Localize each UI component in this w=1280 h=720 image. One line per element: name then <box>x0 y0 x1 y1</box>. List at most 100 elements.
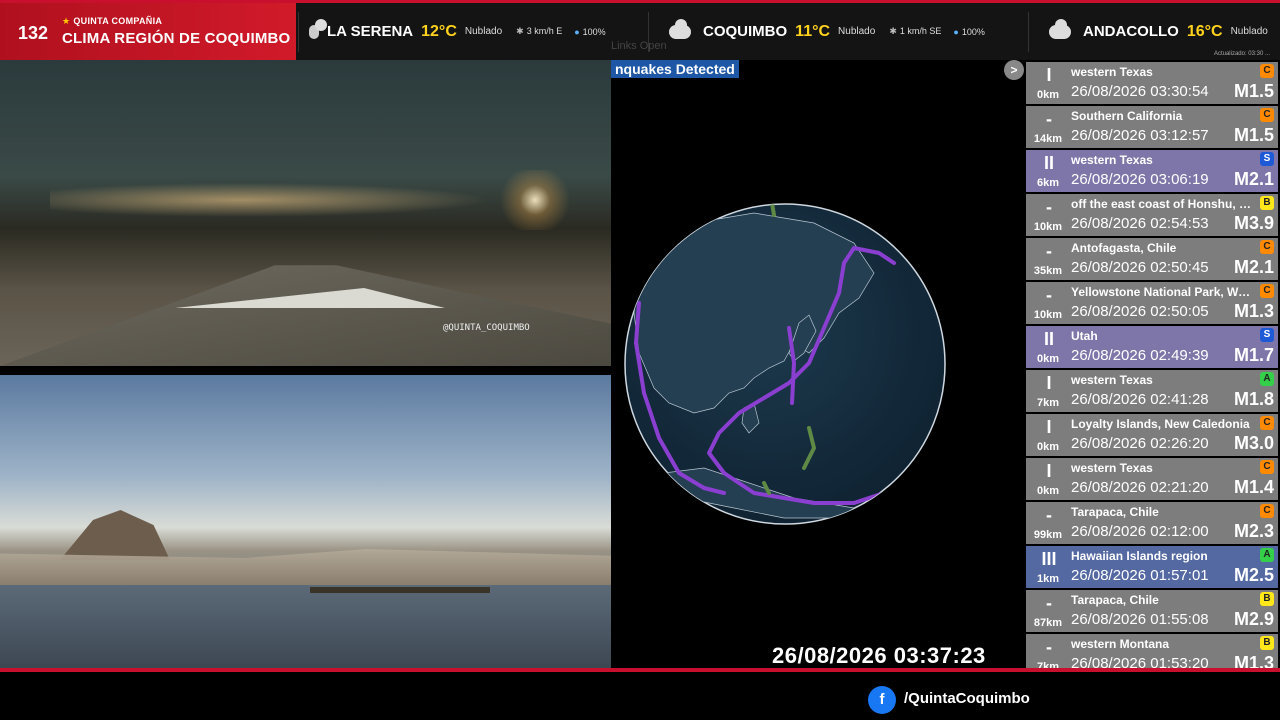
quake-row[interactable]: - 10km off the east coast of Honshu, Japan… <box>1026 194 1278 236</box>
quake-row[interactable]: - 87km Tarapaca, Chile 26/08/2026 01:55:08 M… <box>1026 590 1278 632</box>
quake-depth: 7km <box>1036 397 1060 409</box>
bottom-bar <box>0 668 1280 720</box>
quake-location: Utah <box>1071 329 1098 343</box>
quake-magnitude: M3.0 <box>1233 433 1274 453</box>
quake-magnitude: M3.9 <box>1233 213 1274 233</box>
quake-row[interactable]: I 0km western Texas 26/08/2026 02:21:20 M1.4… <box>1026 458 1278 500</box>
quake-row[interactable]: I 0km western Texas 26/08/2026 03:30:54 M1.5… <box>1026 62 1278 104</box>
quake-depth: 35km <box>1033 265 1063 277</box>
weather-wind-value: 1 km/h SE <box>899 26 942 36</box>
camera-divider <box>0 366 611 375</box>
facebook-handle[interactable]: /QuintaCoquimbo <box>904 690 1030 707</box>
quake-location: western Montana <box>1071 637 1170 651</box>
quake-location: western Texas <box>1071 65 1153 79</box>
ghost-links: Links Open <box>611 40 667 52</box>
next-button[interactable]: > <box>1004 60 1024 80</box>
quake-row[interactable]: - 10km Yellowstone National Park, Wyoming 2… <box>1026 282 1278 324</box>
quake-location: Southern California <box>1071 109 1183 123</box>
quake-row[interactable]: - 99km Tarapaca, Chile 26/08/2026 02:12:00 M… <box>1026 502 1278 544</box>
quake-intensity: - <box>1046 285 1052 305</box>
quake-intensity: I <box>1046 461 1052 481</box>
star-icon: ★ <box>62 16 71 26</box>
quake-magnitude: M2.1 <box>1233 257 1274 277</box>
quake-depth: 0km <box>1036 485 1060 497</box>
quake-row[interactable]: I 7km western Texas 26/08/2026 02:41:28 M1.8… <box>1026 370 1278 412</box>
quake-magnitude: M1.5 <box>1233 81 1274 101</box>
quake-badge: B <box>1260 196 1274 210</box>
quake-row[interactable]: - 14km Southern California 26/08/2026 03:12… <box>1026 106 1278 148</box>
cloud-icon <box>669 18 691 39</box>
bay-water <box>0 585 611 668</box>
quake-time: 26/08/2026 02:21:20 <box>1071 479 1209 496</box>
quake-depth: 99km <box>1033 529 1063 541</box>
quake-badge: A <box>1260 548 1274 562</box>
earthquake-list: I 0km western Texas 26/08/2026 03:30:54 M1.5… <box>1026 60 1280 676</box>
weather-city: ANDACOLLO <box>1083 23 1179 40</box>
quake-intensity: - <box>1046 197 1052 217</box>
channel-number: 132 <box>18 23 49 43</box>
divider <box>1028 11 1029 52</box>
camera-watermark: @QUINTA_COQUIMBO <box>443 323 530 333</box>
quake-badge: S <box>1260 152 1274 166</box>
weather-wind: ✱ 3 km/h E <box>516 26 562 37</box>
wind-icon: ✱ <box>516 26 524 36</box>
quake-time: 26/08/2026 02:50:45 <box>1071 259 1209 276</box>
quake-badge: A <box>1260 372 1274 386</box>
quake-badge: S <box>1260 328 1274 342</box>
divider <box>298 11 299 52</box>
quake-depth: 10km <box>1033 309 1063 321</box>
quake-magnitude: M2.3 <box>1233 521 1274 541</box>
cloud-icon <box>1049 18 1071 39</box>
brand-title: CLIMA REGIÓN DE COQUIMBO <box>62 30 291 47</box>
quake-location: off the east coast of Honshu, Japan <box>1071 197 1253 211</box>
facebook-icon[interactable]: f <box>868 686 896 714</box>
roof <box>0 265 611 366</box>
quake-intensity: - <box>1046 593 1052 613</box>
quake-intensity: - <box>1046 637 1052 657</box>
quake-intensity: - <box>1046 505 1052 525</box>
quake-magnitude: M1.4 <box>1233 477 1274 497</box>
quake-location: western Texas <box>1071 373 1153 387</box>
cloud-icon <box>309 18 327 39</box>
quake-magnitude: M2.1 <box>1233 169 1274 189</box>
quake-location: Hawaiian Islands region <box>1071 549 1208 563</box>
quake-row[interactable]: I 0km Loyalty Islands, New Caledonia 26/08/… <box>1026 414 1278 456</box>
earth-globe <box>624 203 946 525</box>
quake-time: 26/08/2026 02:49:39 <box>1071 347 1209 364</box>
quake-badge: C <box>1260 64 1274 78</box>
weather-condition: Nublado <box>838 26 876 37</box>
weather-humidity-value: 100% <box>961 26 985 37</box>
brand-subtitle-text: QUINTA COMPAÑIA <box>73 16 163 26</box>
quake-badge: C <box>1260 108 1274 122</box>
quake-magnitude: M2.9 <box>1233 609 1274 629</box>
quake-location: Tarapaca, Chile <box>1071 505 1159 519</box>
quake-intensity: II <box>1043 329 1054 349</box>
street-light <box>495 170 575 230</box>
quake-intensity: I <box>1046 373 1052 393</box>
quake-depth: 0km <box>1036 89 1060 101</box>
weather-condition: Nublado <box>464 26 503 37</box>
quake-row[interactable]: II 6km western Texas 26/08/2026 03:06:19 M2.… <box>1026 150 1278 192</box>
quake-magnitude: M1.5 <box>1233 125 1274 145</box>
weather-city: COQUIMBO <box>703 23 788 40</box>
quake-row[interactable]: II 0km Utah 26/08/2026 02:49:39 M1.7 S <box>1026 326 1278 368</box>
quake-badge: C <box>1260 504 1274 518</box>
quake-magnitude: M1.3 <box>1233 301 1274 321</box>
quake-time: 26/08/2026 03:30:54 <box>1071 83 1209 100</box>
weather-humidity: ● 100% <box>574 27 605 37</box>
quake-magnitude: M1.8 <box>1233 389 1274 409</box>
quake-row[interactable]: - 35km Antofagasta, Chile 26/08/2026 02:50:… <box>1026 238 1278 280</box>
quake-time: 26/08/2026 03:12:57 <box>1071 127 1209 144</box>
weather-humidity-value: 100% <box>582 26 606 37</box>
brand-block: 132 ★ QUINTA COMPAÑIA CLIMA REGIÓN DE COQ… <box>0 3 296 60</box>
humidity-icon: ● <box>953 26 959 37</box>
camera-feed-bay <box>0 375 611 668</box>
quake-time: 26/08/2026 01:57:01 <box>1071 567 1209 584</box>
quake-row[interactable]: III 1km Hawaiian Islands region 26/08/2026 … <box>1026 546 1278 588</box>
quake-depth: 0km <box>1036 353 1060 365</box>
clock: 26/08/2026 03:37:23 <box>772 643 986 668</box>
wind-icon: ✱ <box>889 26 897 36</box>
quake-time: 26/08/2026 01:55:08 <box>1071 611 1209 628</box>
quake-badge: B <box>1260 592 1274 606</box>
weather-wind: ✱ 1 km/h SE <box>889 26 941 37</box>
